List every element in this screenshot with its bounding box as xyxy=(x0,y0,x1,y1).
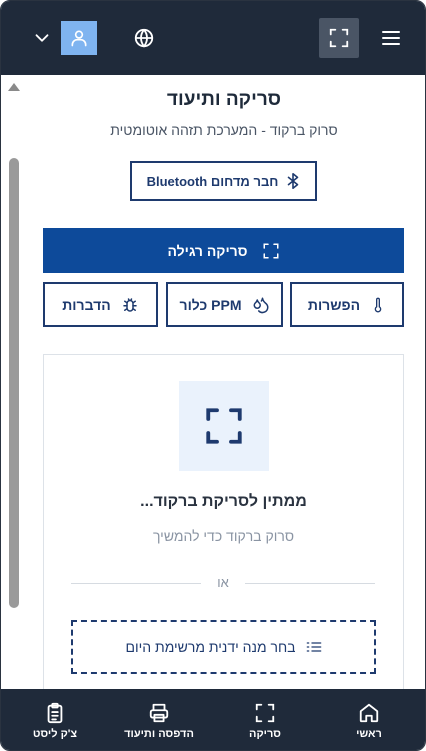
bluetooth-button-label: חבר מדחום Bluetooth xyxy=(146,173,279,189)
nav-scan[interactable]: סריקה xyxy=(233,689,297,750)
regular-scan-label: סריקה רגילה xyxy=(167,242,248,259)
nav-print-label: הדפסה ותיעוד xyxy=(124,727,194,740)
thawing-label: הפשרות xyxy=(307,296,361,313)
fullscreen-button[interactable] xyxy=(319,18,359,58)
chevron-down-icon[interactable] xyxy=(31,27,53,49)
scan-frame-icon xyxy=(206,408,242,444)
bottom-nav: ראשי סריקה הדפסה ותיעוד צ'ק ליסט xyxy=(1,689,425,750)
home-icon xyxy=(359,703,379,722)
nav-checklist-label: צ'ק ליסט xyxy=(32,727,78,740)
page-subtitle: סרוק ברקוד - המערכת תזהה אוטומטית xyxy=(110,122,338,138)
bug-icon xyxy=(123,297,137,312)
pest-control-label: הדברות xyxy=(62,296,111,313)
pest-control-button[interactable]: הדברות xyxy=(43,282,158,327)
scanner-viewfinder xyxy=(179,381,269,471)
droplets-icon xyxy=(253,297,268,313)
thawing-button[interactable]: הפשרות xyxy=(290,282,404,327)
top-bar xyxy=(1,1,425,75)
scan-hint: סרוק ברקוד כדי להמשיך xyxy=(152,528,295,544)
or-separator: או xyxy=(217,575,229,590)
thermometer-icon xyxy=(374,297,382,312)
connect-bluetooth-thermometer-button[interactable]: חבר מדחום Bluetooth xyxy=(130,161,317,201)
printer-icon xyxy=(149,703,169,722)
scroll-up-arrow-icon[interactable] xyxy=(8,83,20,91)
globe-icon[interactable] xyxy=(133,27,155,49)
nav-checklist[interactable]: צ'ק ליסט xyxy=(23,689,87,750)
scan-frame-icon xyxy=(263,243,279,258)
page-title: סריקה ותיעוד xyxy=(166,89,282,110)
regular-scan-button[interactable]: סריקה רגילה xyxy=(43,228,404,273)
manual-select-dish-button[interactable]: בחר מנה ידנית מרשימת היום xyxy=(71,620,376,674)
nav-home-label: ראשי xyxy=(356,727,382,740)
nav-print[interactable]: הדפסה ותיעוד xyxy=(115,689,203,750)
divider xyxy=(71,583,201,584)
menu-icon[interactable] xyxy=(381,29,401,47)
nav-scan-label: סריקה xyxy=(249,727,281,740)
scan-frame-icon xyxy=(255,703,275,722)
user-menu-button[interactable] xyxy=(61,21,97,55)
expand-icon xyxy=(329,28,349,48)
clipboard-icon xyxy=(47,702,63,723)
list-icon xyxy=(306,642,321,652)
divider xyxy=(245,583,375,584)
waiting-status: ממתין לסריקת ברקוד... xyxy=(140,493,307,510)
app-frame: סריקה ותיעוד סרוק ברקוד - המערכת תזהה או… xyxy=(0,0,426,751)
chlorine-ppm-label: PPM כלור xyxy=(179,296,242,313)
nav-home[interactable]: ראשי xyxy=(337,689,401,750)
chlorine-ppm-button[interactable]: PPM כלור xyxy=(166,282,283,327)
bluetooth-icon xyxy=(288,172,299,190)
scrollbar-thumb[interactable] xyxy=(9,158,19,608)
manual-select-label: בחר מנה ידנית מרשימת היום xyxy=(125,639,296,655)
user-icon xyxy=(71,30,87,47)
